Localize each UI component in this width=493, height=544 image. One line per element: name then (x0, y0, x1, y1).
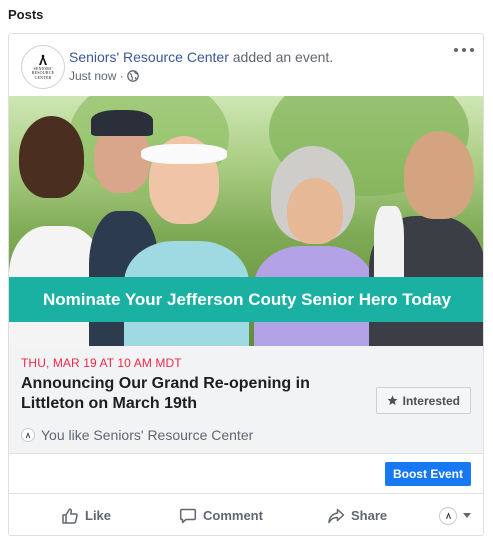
boost-row: Boost Event (9, 454, 483, 494)
post-author-line: Seniors' Resource Center added an event. (69, 49, 333, 65)
person-1-head (19, 116, 84, 198)
share-label: Share (351, 508, 388, 523)
acting-as-page-switcher[interactable] (439, 506, 471, 525)
hero-banner: Nominate Your Jefferson Couty Senior Her… (9, 277, 483, 322)
page-mini-logo-icon (21, 428, 35, 442)
event-date: THU, MAR 19 AT 10 AM MDT (21, 356, 182, 370)
share-button[interactable]: Share (327, 500, 387, 532)
event-cover-image[interactable]: Nominate Your Jefferson Couty Senior Her… (9, 96, 483, 346)
post-time[interactable]: Just now · (69, 69, 124, 83)
boost-event-button[interactable]: Boost Event (384, 462, 471, 486)
person-5-head (404, 131, 474, 219)
event-info: THU, MAR 19 AT 10 AM MDT Announcing Our … (9, 346, 483, 454)
star-icon (387, 395, 398, 405)
chevron-down-icon (463, 513, 471, 518)
share-arrow-icon (328, 508, 345, 523)
comment-button[interactable]: Comment (179, 500, 263, 532)
person-3-visor (141, 144, 227, 164)
page-like-line: You like Seniors' Resource Center (21, 427, 253, 443)
post-actions: Like Comment Share (9, 495, 483, 535)
page-like-text: You like Seniors' Resource Center (41, 427, 254, 443)
logo-mark-icon (39, 54, 47, 65)
interested-label: Interested (402, 393, 460, 408)
post-meta: Just now · (69, 69, 139, 83)
page-avatar[interactable]: SENIORS' RESOURCE CENTER (21, 45, 65, 89)
like-button[interactable]: Like (61, 500, 111, 532)
comment-label: Comment (203, 508, 263, 523)
person-2-cap (91, 110, 153, 136)
comment-icon (179, 508, 197, 523)
post-header: SENIORS' RESOURCE CENTER Seniors' Resource… (9, 34, 483, 96)
page-name-link[interactable]: Seniors' Resource Center (69, 49, 229, 65)
event-title-link[interactable]: Announcing Our Grand Re-opening in Littl… (21, 374, 361, 414)
acting-page-avatar-icon (439, 506, 457, 525)
thumbs-up-icon (62, 507, 78, 524)
person-4-face (287, 178, 343, 244)
post-card: SENIORS' RESOURCE CENTER Seniors' Resource… (8, 33, 484, 536)
interested-button[interactable]: Interested (375, 387, 471, 414)
post-action-text: added an event. (228, 49, 334, 65)
section-title: Posts (8, 7, 44, 22)
like-label: Like (85, 508, 112, 523)
globe-icon[interactable] (126, 70, 139, 82)
more-dots-icon[interactable] (454, 45, 474, 55)
avatar-logo-text: SENIORS' RESOURCE CENTER (31, 65, 55, 80)
